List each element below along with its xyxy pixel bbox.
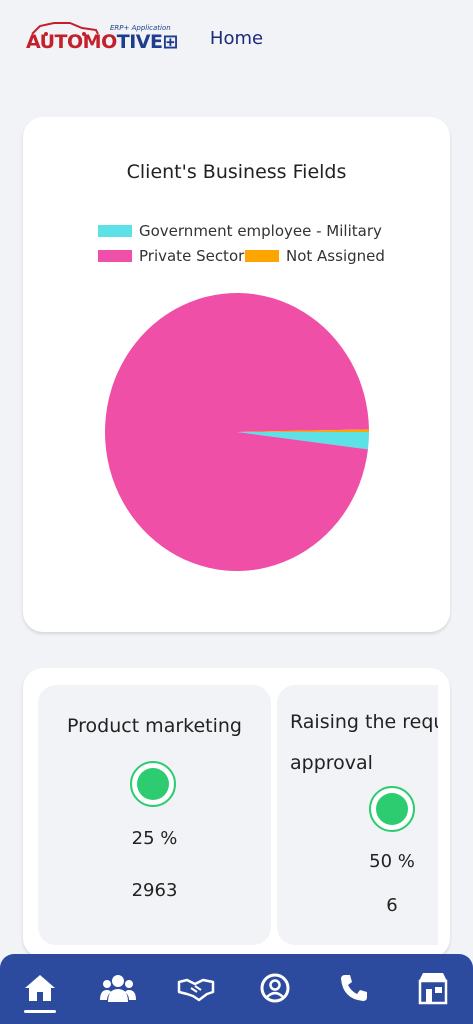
- nav-users[interactable]: [98, 968, 138, 1008]
- stat-card-product-marketing[interactable]: Product marketing 25 % 2963: [38, 685, 271, 945]
- stat-label-line1: Raising the reque: [290, 711, 438, 733]
- legend-item-private-sector[interactable]: Private Sector: [98, 247, 244, 265]
- store-icon: [418, 973, 448, 1005]
- status-indicator: [130, 761, 176, 807]
- nav-profile[interactable]: [255, 968, 295, 1008]
- stat-label: Product marketing: [67, 715, 242, 737]
- stat-count: 6: [386, 895, 398, 916]
- legend-item-not-assigned[interactable]: Not Assigned: [245, 247, 385, 265]
- nav-deals[interactable]: [176, 968, 216, 1008]
- stat-percent: 25 %: [131, 828, 178, 849]
- legend-swatch-private-sector: [98, 250, 132, 262]
- user-circle-icon: [260, 973, 290, 1003]
- status-dot: [137, 768, 169, 800]
- home-icon: [25, 975, 55, 1001]
- stat-label-line2: approval: [290, 752, 373, 774]
- status-dot: [376, 793, 408, 825]
- stat-percent: 50 %: [369, 851, 415, 872]
- legend-label-government: Government employee - Military: [139, 222, 382, 240]
- nav-home[interactable]: [20, 968, 60, 1013]
- status-indicator: [369, 786, 415, 832]
- chart-title: Client's Business Fields: [126, 161, 347, 183]
- legend-swatch-not-assigned: [245, 250, 279, 262]
- legend-item-government[interactable]: Government employee - Military: [98, 222, 382, 240]
- nav-store[interactable]: [413, 968, 453, 1008]
- stats-card: Product marketing 25 % 2963 Raising the …: [23, 668, 450, 958]
- legend-label-private-sector: Private Sector: [139, 247, 245, 265]
- users-icon: [100, 975, 136, 1002]
- phone-icon: [341, 975, 367, 1001]
- legend-swatch-government: [98, 225, 132, 237]
- stats-scroller[interactable]: Product marketing 25 % 2963 Raising the …: [23, 668, 438, 958]
- page-title: Home: [209, 28, 264, 49]
- legend-label-not-assigned: Not Assigned: [286, 247, 385, 265]
- nav-contact[interactable]: [334, 968, 374, 1008]
- business-fields-pie-chart: [105, 293, 369, 571]
- app-header: ERP+ Application AUTOMOTIVE⊞ Home: [0, 0, 473, 80]
- handshake-icon: [177, 978, 215, 1002]
- stat-card-raising-request[interactable]: Raising the reque approval 50 % 6: [277, 685, 438, 945]
- stat-count: 2963: [131, 880, 178, 901]
- bottom-navigation: [0, 954, 473, 1024]
